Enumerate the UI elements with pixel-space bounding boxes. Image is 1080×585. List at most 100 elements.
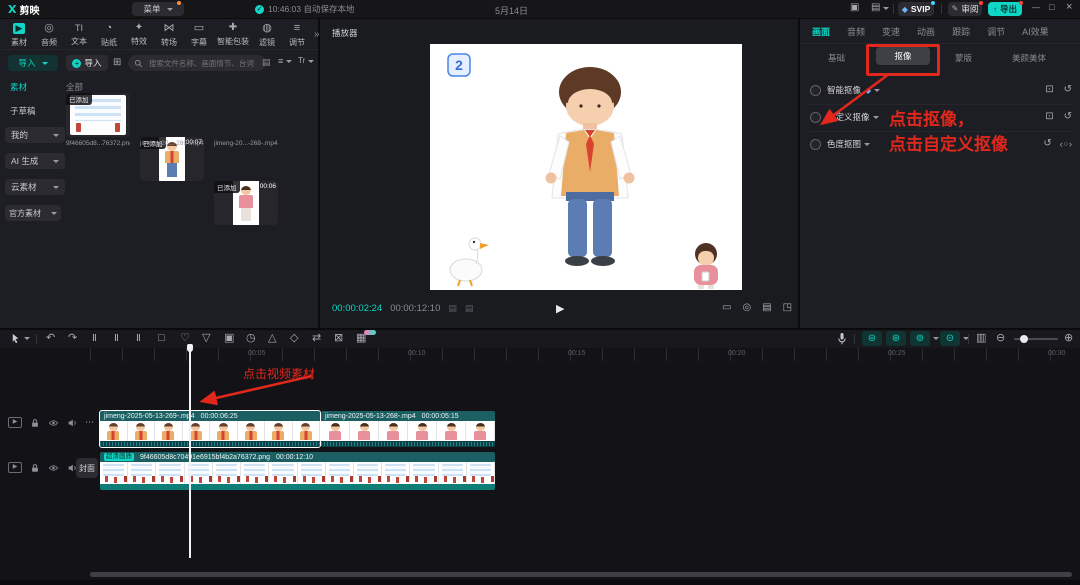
snap-toggle[interactable]: ⊜ (862, 331, 882, 346)
select-right-icon[interactable]: Ⅱ (136, 334, 141, 344)
toolbar-tab-sticker[interactable]: ◔ 贴纸 (94, 23, 124, 48)
mask-icon[interactable]: ♡ (180, 333, 190, 344)
next-keyframe-icon[interactable]: › (1069, 140, 1072, 149)
crop-icon[interactable]: ▣ (224, 333, 234, 344)
reset-icon[interactable]: ↺ (1064, 85, 1072, 95)
toolbar-tab-audio[interactable]: ◎ 音频 (34, 23, 64, 48)
sidebar-item-material[interactable]: 素材 (10, 81, 27, 93)
toolbar-tab-transition[interactable]: ⋈ 转场 (154, 23, 184, 48)
window-maximize-button[interactable]: □ (1049, 3, 1054, 12)
preview-quality-icon[interactable]: ▤ (448, 304, 457, 313)
subtab-mask[interactable]: 蒙版 (955, 52, 972, 64)
sidebar-item-ai-generate[interactable]: AI 生成 (5, 153, 65, 169)
horizontal-scrollbar[interactable] (90, 572, 1072, 577)
mirror-preview-icon[interactable]: ▭ (722, 303, 731, 313)
chroma-key-label[interactable]: 色度抠图 (827, 138, 861, 150)
fullscreen-icon[interactable]: ◳ (783, 303, 792, 313)
more-icon[interactable]: ⋯ (85, 418, 94, 427)
tab-animation[interactable]: 动画 (917, 25, 935, 38)
tab-tracking[interactable]: 跟踪 (952, 25, 970, 38)
zoom-slider-knob[interactable] (1020, 335, 1028, 343)
timeline-clip-png[interactable]: 超清画质 9f46605d8c70491e6915bf4b2a76372.png… (100, 452, 495, 490)
sidebar-item-mine[interactable]: 我的 (5, 127, 65, 143)
lock-icon[interactable] (30, 463, 40, 473)
screen-adapt-icon[interactable]: ▥ (976, 333, 986, 344)
mirror-icon[interactable]: △ (268, 333, 276, 344)
toolbar-tab-adjust[interactable]: ≡ 调节 (282, 23, 312, 48)
reset-icon[interactable]: ↺ (1043, 139, 1051, 149)
select-tool-button[interactable] (10, 333, 30, 344)
window-close-button[interactable]: × (1066, 2, 1072, 13)
rotate-icon[interactable]: ◇ (290, 333, 298, 344)
layout-switch-button[interactable]: ▤ (871, 3, 889, 13)
subtab-basic[interactable]: 基础 (828, 52, 845, 64)
tab-ai-effects[interactable]: AI效果 (1022, 25, 1049, 38)
linkage-toggle[interactable]: ⊚ (910, 331, 939, 346)
subtab-keying[interactable]: 抠像 (876, 47, 930, 65)
split-icon[interactable]: Ⅱ (92, 334, 97, 344)
timeline-zoom-slider[interactable] (1014, 338, 1058, 340)
playhead-handle[interactable] (187, 344, 193, 352)
prev-next-keyframe-group[interactable]: ‹ ○ › (1060, 140, 1072, 149)
toolbar-tab-filter[interactable]: ◍ 滤镜 (252, 23, 282, 48)
tab-adjust[interactable]: 调节 (987, 25, 1005, 38)
cover-button[interactable]: 封面 (76, 458, 98, 478)
record-voiceover-button[interactable] (836, 332, 848, 345)
tab-picture[interactable]: 画面 (812, 25, 830, 38)
sidebar-item-subdraft[interactable]: 子草稿 (10, 105, 36, 117)
media-item-video-268[interactable]: 已添加 00:06 (214, 181, 278, 225)
custom-keying-label[interactable]: 自定义抠像 (827, 111, 870, 123)
filter-all-label[interactable]: 全部 (66, 81, 83, 93)
preview-grid-icon[interactable]: ▤ (465, 304, 474, 313)
sidebar-item-official[interactable]: 官方素材 (5, 205, 61, 221)
auto-magnet-toggle[interactable]: ⊝ (940, 331, 969, 346)
import-button[interactable]: + 导入 (66, 55, 108, 71)
timeline-clip-video-269[interactable]: jimeng-2025-05-13-269-.mp4 00:00:06:25 (100, 411, 320, 447)
toolbar-overflow-icon[interactable]: » (314, 30, 320, 40)
sort-button[interactable]: ≡ (278, 57, 292, 66)
time-ruler[interactable]: 00:05 00:10 00:15 00:20 00:25 00:30 (90, 348, 1080, 361)
delete-icon[interactable]: □ (158, 333, 165, 344)
svip-button[interactable]: ◆ SVIP (898, 2, 934, 16)
toolbar-tab-effect[interactable]: ✦ 特效 (124, 23, 154, 47)
replace-icon[interactable]: ⇄ (312, 333, 321, 344)
eye-icon[interactable] (48, 418, 59, 428)
timeline-clip-video-268[interactable]: jimeng-2025-05-13-268-.mp4 00:00:05:15 (321, 411, 495, 447)
lock-icon[interactable] (30, 418, 40, 428)
eye-icon[interactable] (48, 463, 59, 473)
custom-keying-toggle[interactable] (810, 112, 821, 123)
chroma-key-toggle[interactable] (810, 139, 821, 150)
speed-icon[interactable]: ◷ (246, 333, 256, 344)
focus-icon[interactable]: ◎ (742, 303, 751, 313)
grid-view-icon[interactable]: ⊞ (113, 58, 121, 68)
timeline-zoom-in-icon[interactable]: ⊕ (1064, 333, 1073, 344)
tr-filter-button[interactable]: Tr (298, 57, 314, 65)
preview-axis-toggle[interactable]: ⊛ (886, 331, 906, 346)
export-button[interactable]: ↑ 导出 (988, 2, 1022, 16)
preview-canvas[interactable]: 2 (430, 44, 742, 290)
extract-audio-icon[interactable]: ⊠ (334, 333, 343, 344)
ratio-icon[interactable]: ▤ (762, 303, 771, 313)
toolbar-tab-text[interactable]: TI 文本 (64, 24, 94, 47)
timeline-zoom-out-icon[interactable]: ⊖ (996, 333, 1005, 344)
freeze-frame-icon[interactable]: ▽ (202, 333, 210, 344)
keyframe-icon[interactable]: ⊡ (1045, 85, 1053, 95)
toolbar-tab-smart-pack[interactable]: ✚ 智能包装 (214, 23, 252, 47)
play-button[interactable]: ▶ (556, 302, 564, 315)
search-box[interactable] (128, 55, 266, 71)
layout-grid-icon[interactable]: ▣ (850, 3, 859, 13)
tab-audio[interactable]: 音频 (847, 25, 865, 38)
menu-button[interactable]: 菜单 (132, 2, 184, 16)
prev-keyframe-icon[interactable]: ‹ (1060, 140, 1063, 149)
window-minimize-button[interactable]: — (1032, 4, 1040, 12)
select-left-icon[interactable]: Ⅱ (114, 334, 119, 344)
speaker-icon[interactable] (67, 418, 77, 428)
import-dropdown[interactable]: 导入 (8, 55, 58, 71)
review-button[interactable]: ✎ 审阅 (948, 2, 982, 16)
smart-keying-toggle[interactable] (810, 85, 821, 96)
reset-icon[interactable]: ↺ (1064, 112, 1072, 122)
toolbar-tab-media[interactable]: ▶ 素材 (4, 23, 34, 48)
media-item-png[interactable]: 已添加 (66, 93, 130, 137)
keyframe-icon[interactable]: ⊡ (1045, 112, 1053, 122)
tab-speed[interactable]: 变速 (882, 25, 900, 38)
